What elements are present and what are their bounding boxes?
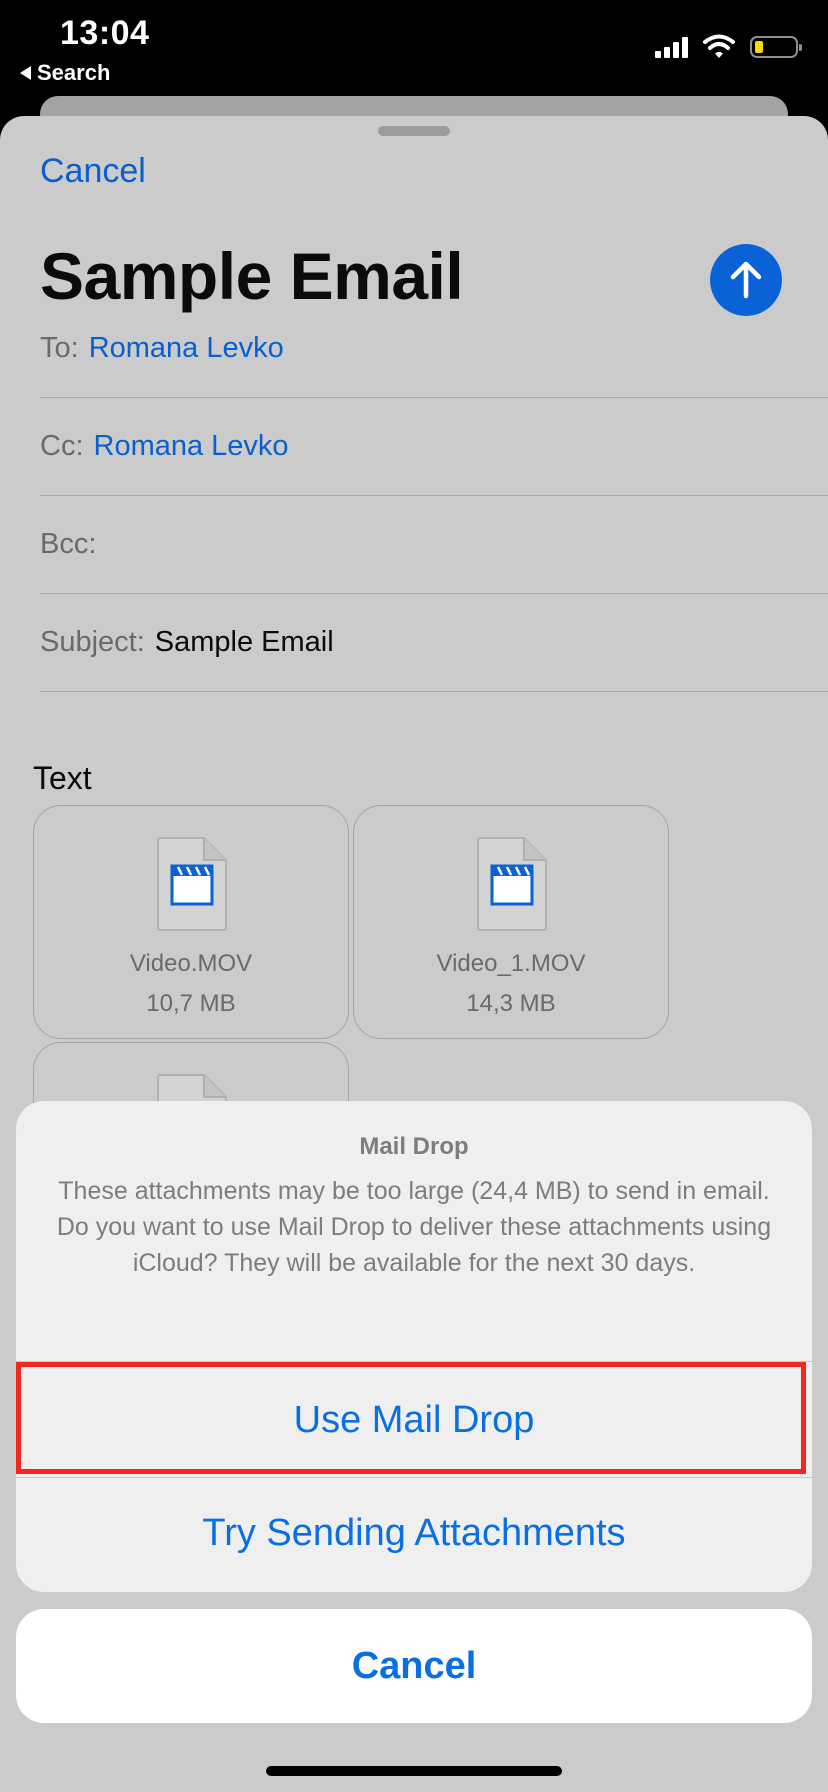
to-field[interactable]: To: Romana Levko — [40, 300, 828, 398]
video-file-icon — [157, 837, 227, 931]
attachment-name: Video_1.MOV — [436, 950, 586, 977]
bcc-field[interactable]: Bcc: — [40, 496, 828, 594]
cc-label: Cc: — [40, 430, 84, 462]
attachment-size: 14,3 MB — [466, 990, 556, 1017]
back-to-search[interactable]: Search — [20, 60, 110, 86]
wifi-icon — [703, 34, 735, 58]
mail-drop-action-sheet: Mail Drop These attachments may be too l… — [16, 1101, 812, 1592]
action-sheet-cancel-button[interactable]: Cancel — [16, 1609, 812, 1723]
subject-label: Subject: — [40, 626, 145, 658]
subject-field[interactable]: Subject: Sample Email — [40, 594, 828, 692]
attachment-name: Video.MOV — [129, 950, 253, 977]
status-icons — [655, 34, 802, 60]
divider — [16, 1477, 812, 1478]
attachment-size: 10,7 MB — [146, 990, 236, 1017]
attachment-tile[interactable]: Video_1.MOV 14,3 MB — [353, 805, 669, 1039]
home-indicator[interactable] — [266, 1766, 562, 1776]
video-file-icon — [477, 837, 547, 931]
bcc-label: Bcc: — [40, 528, 97, 560]
action-sheet-title: Mail Drop — [359, 1133, 469, 1160]
cc-field[interactable]: Cc: Romana Levko — [40, 398, 828, 496]
status-bar: 13:04 Search — [0, 0, 828, 110]
compose-cancel-button[interactable]: Cancel — [40, 152, 146, 191]
highlight-annotation — [16, 1362, 806, 1474]
email-body[interactable]: Text — [33, 760, 92, 797]
status-time: 13:04 — [60, 14, 150, 52]
to-label: To: — [40, 332, 79, 364]
back-arrow-icon — [20, 66, 31, 80]
subject-value[interactable]: Sample Email — [155, 626, 334, 659]
try-sending-attachments-button[interactable]: Try Sending Attachments — [16, 1512, 812, 1555]
action-sheet-message: These attachments may be too large (24,4… — [56, 1177, 772, 1277]
back-search-label: Search — [37, 60, 111, 85]
action-sheet-cancel-label: Cancel — [351, 1644, 477, 1687]
battery-icon — [750, 36, 802, 58]
sheet-grabber[interactable] — [378, 126, 450, 136]
attachment-tile[interactable]: Video.MOV 10,7 MB — [33, 805, 349, 1039]
to-recipient[interactable]: Romana Levko — [89, 332, 284, 365]
arrow-up-icon — [730, 261, 762, 299]
cellular-signal-icon — [655, 36, 688, 58]
cc-recipient[interactable]: Romana Levko — [94, 430, 289, 463]
